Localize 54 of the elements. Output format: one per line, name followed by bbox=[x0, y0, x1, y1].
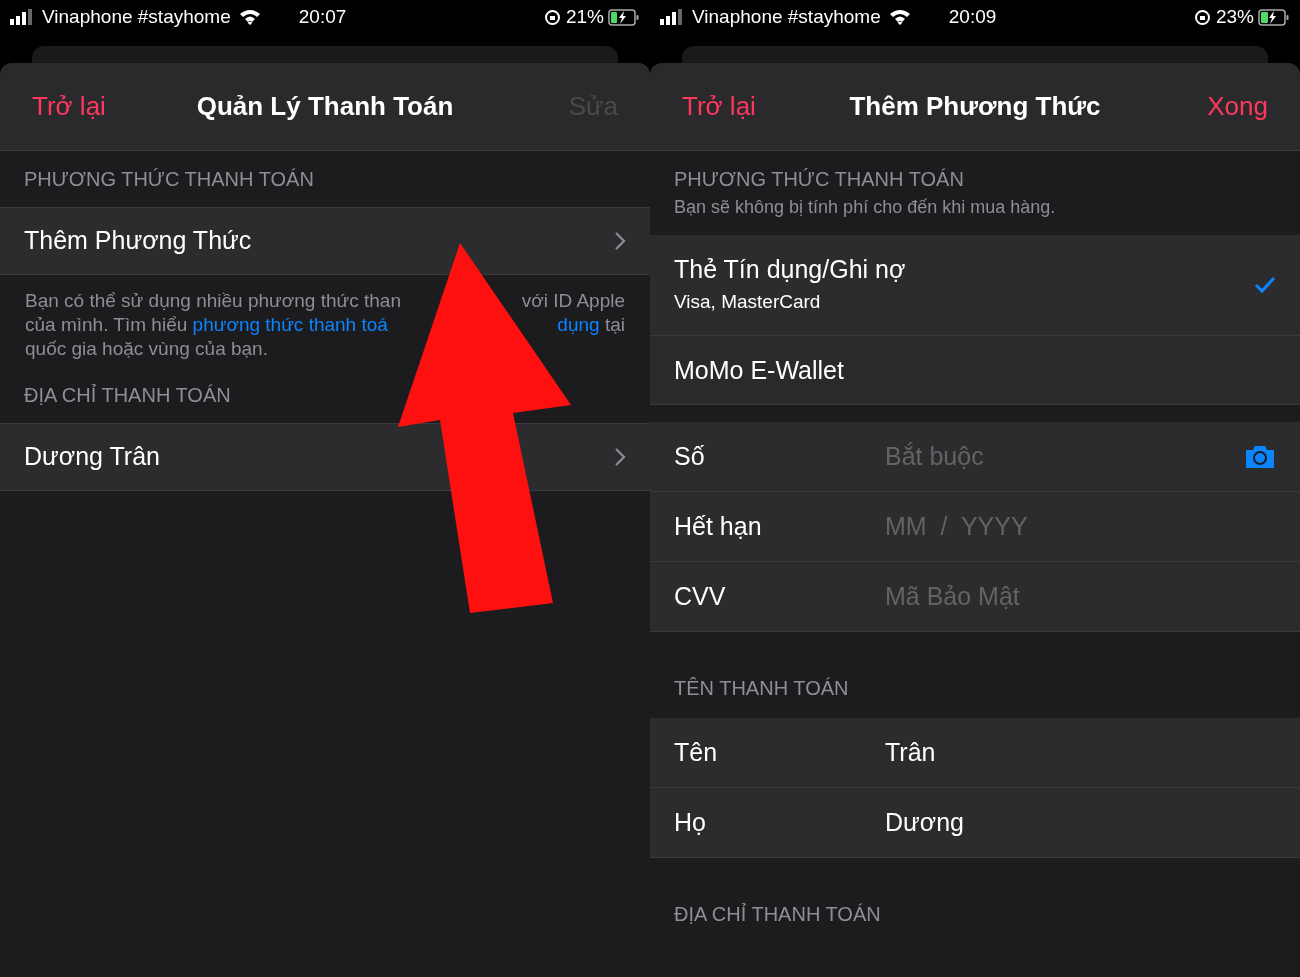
input-field[interactable]: Trân bbox=[885, 733, 1276, 772]
footer-text: tại bbox=[603, 313, 625, 337]
rotation-lock-icon bbox=[1193, 8, 1211, 26]
field-label: CVV bbox=[674, 580, 727, 612]
battery-icon bbox=[1258, 8, 1290, 26]
section-header: PHƯƠNG THỨC THANH TOÁN bbox=[674, 167, 965, 192]
section-header: ĐỊA CHỈ THANH TOÁN bbox=[674, 902, 882, 927]
screen-title: Thêm Phương Thức bbox=[849, 90, 1101, 123]
form-row[interactable]: Số Bắt buộc bbox=[650, 422, 1300, 492]
battery-percent: 23% bbox=[1215, 4, 1254, 29]
section-header: PHƯƠNG THỨC THANH TOÁN bbox=[24, 167, 315, 192]
form-row[interactable]: Họ Dương bbox=[650, 788, 1300, 858]
help-link[interactable]: phương thức thanh toá bbox=[192, 313, 388, 337]
done-button[interactable]: Xong bbox=[1207, 87, 1268, 126]
input-field[interactable]: Mã Bảo Mật bbox=[885, 577, 1276, 616]
form-row[interactable]: CVV Mã Bảo Mật bbox=[650, 562, 1300, 632]
battery-percent: 21% bbox=[565, 4, 604, 29]
field-label: Tên bbox=[674, 736, 719, 768]
signal-icon bbox=[660, 9, 684, 25]
input-field[interactable]: Dương bbox=[885, 803, 1276, 842]
form-row[interactable]: Hết hạn MM / YYYY bbox=[650, 492, 1300, 562]
field-label: Họ bbox=[674, 806, 707, 838]
carrier-name: Vinaphone #stayhome bbox=[42, 4, 231, 29]
screen-title: Quản Lý Thanh Toán bbox=[196, 90, 454, 123]
footer-text: quốc gia hoặc vùng của bạn. bbox=[25, 337, 268, 361]
clock-time: 20:09 bbox=[948, 4, 997, 29]
footer-text: Bạn có thể sử dụng nhiều phương thức than bbox=[25, 289, 401, 313]
checkmark-icon bbox=[1254, 276, 1276, 294]
rotation-lock-icon bbox=[543, 8, 561, 26]
form-row[interactable]: Tên Trân bbox=[650, 718, 1300, 788]
help-link[interactable]: dụng bbox=[557, 313, 600, 337]
input-field[interactable]: Bắt buộc bbox=[885, 437, 1244, 476]
wifi-icon bbox=[238, 9, 261, 25]
input-field[interactable]: MM / YYYY bbox=[885, 507, 1276, 546]
payment-option[interactable]: MoMo E-Wallet bbox=[650, 336, 1300, 405]
field-label: Hết hạn bbox=[674, 510, 763, 542]
section-note: Bạn sẽ không bị tính phí cho đến khi mua hàng. bbox=[674, 196, 1057, 219]
chevron-icon bbox=[614, 447, 626, 467]
section-header: TÊN THANH TOÁN bbox=[674, 676, 850, 701]
battery-icon bbox=[608, 8, 640, 26]
list-row[interactable]: Thêm Phương Thức bbox=[0, 207, 650, 275]
camera-icon[interactable] bbox=[1244, 444, 1276, 469]
back-button[interactable]: Trở lại bbox=[32, 87, 106, 126]
clock-time: 20:07 bbox=[298, 4, 347, 29]
field-label: Số bbox=[674, 440, 706, 472]
wifi-icon bbox=[888, 9, 911, 25]
carrier-name: Vinaphone #stayhome bbox=[692, 4, 881, 29]
chevron-icon bbox=[614, 231, 626, 251]
back-button[interactable]: Trở lại bbox=[682, 87, 756, 126]
payment-option[interactable]: Thẻ Tín dụng/Ghi nợ Visa, MasterCard bbox=[650, 235, 1300, 336]
footer-text: của mình. Tìm hiểu bbox=[25, 313, 189, 337]
section-header: ĐỊA CHỈ THANH TOÁN bbox=[24, 383, 232, 408]
footer-text: với ID Apple bbox=[521, 289, 625, 313]
signal-icon bbox=[10, 9, 34, 25]
